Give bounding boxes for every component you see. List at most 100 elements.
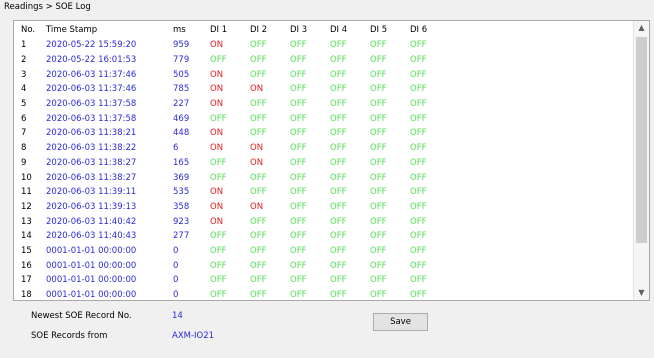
cell-time-stamp: 2020-05-22 15:59:20 [46, 40, 137, 51]
cell-di1: OFF [210, 290, 227, 301]
cell-di6: OFF [410, 128, 427, 139]
cell-di5: OFF [370, 143, 387, 154]
cell-no: 17 [21, 275, 32, 286]
cell-di6: OFF [410, 216, 427, 227]
cell-no: 14 [21, 231, 32, 242]
table-row[interactable]: 6 2020-06-03 11:37:58 469 OFF OFF OFF OFF OFF OF… [14, 111, 450, 126]
column-header-ms[interactable]: ms [173, 21, 210, 38]
cell-di6: OFF [410, 84, 427, 95]
cell-ms: 0 [173, 275, 179, 286]
cell-di6: OFF [410, 245, 427, 256]
column-header-no[interactable]: No. [14, 21, 46, 38]
table-body: 1 2020-05-22 15:59:20 959 ON OFF OFF OFF OFF OFF… [14, 38, 450, 301]
cell-ms: 469 [173, 113, 190, 124]
cell-di3: OFF [290, 55, 307, 66]
column-header-di3[interactable]: DI 3 [290, 21, 330, 38]
vertical-scrollbar[interactable]: ▲ ▼ [633, 21, 649, 300]
table-row[interactable]: 8 2020-06-03 11:38:22 6 ON ON OFF OFF OFF OFF [14, 141, 450, 156]
cell-di5: OFF [370, 201, 387, 212]
cell-di4: OFF [330, 216, 347, 227]
table-row[interactable]: 17 0001-01-01 00:00:00 0 OFF OFF OFF OFF OFF OFF [14, 273, 450, 288]
cell-ms: 165 [173, 157, 190, 168]
cell-di2: OFF [250, 55, 267, 66]
cell-di6: OFF [410, 187, 427, 198]
cell-no: 12 [21, 201, 32, 212]
cell-di2: OFF [250, 216, 267, 227]
column-header-di2[interactable]: DI 2 [250, 21, 290, 38]
cell-di4: OFF [330, 231, 347, 242]
cell-di2: OFF [250, 99, 267, 110]
cell-di4: OFF [330, 99, 347, 110]
cell-ms: 448 [173, 128, 190, 139]
cell-di6: OFF [410, 157, 427, 168]
cell-time-stamp: 2020-06-03 11:37:58 [46, 113, 137, 124]
cell-di4: OFF [330, 201, 347, 212]
table-row[interactable]: 11 2020-06-03 11:39:11 535 ON OFF OFF OFF OFF OF… [14, 185, 450, 200]
cell-di2: ON [250, 84, 264, 95]
table-row[interactable]: 5 2020-06-03 11:37:58 227 ON OFF OFF OFF OFF OFF [14, 97, 450, 112]
cell-di4: OFF [330, 260, 347, 271]
cell-di2: OFF [250, 128, 267, 139]
table-row[interactable]: 16 0001-01-01 00:00:00 0 OFF OFF OFF OFF OFF OFF [14, 258, 450, 273]
cell-time-stamp: 2020-06-03 11:38:22 [46, 143, 137, 154]
cell-di6: OFF [410, 69, 427, 80]
cell-no: 10 [21, 172, 32, 183]
column-header-di1[interactable]: DI 1 [210, 21, 250, 38]
cell-di1: OFF [210, 260, 227, 271]
cell-di3: OFF [290, 187, 307, 198]
cell-di1: OFF [210, 275, 227, 286]
column-header-di6[interactable]: DI 6 [410, 21, 450, 38]
cell-di2: OFF [250, 275, 267, 286]
breadcrumb: Readings > SOE Log [4, 2, 91, 12]
table-row[interactable]: 2 2020-05-22 16:01:53 779 OFF OFF OFF OFF OFF OF… [14, 53, 450, 68]
cell-di5: OFF [370, 128, 387, 139]
table-row[interactable]: 15 0001-01-01 00:00:00 0 OFF OFF OFF OFF OFF OFF [14, 244, 450, 259]
cell-di2: OFF [250, 231, 267, 242]
table-row[interactable]: 3 2020-06-03 11:37:46 505 ON OFF OFF OFF OFF OFF [14, 67, 450, 82]
table-row[interactable]: 10 2020-06-03 11:38:27 369 OFF OFF OFF OFF OFF O… [14, 170, 450, 185]
cell-no: 5 [21, 99, 27, 110]
cell-di6: OFF [410, 290, 427, 301]
cell-ms: 0 [173, 245, 179, 256]
cell-di1: ON [210, 40, 224, 51]
table-row[interactable]: 4 2020-06-03 11:37:46 785 ON ON OFF OFF OFF OFF [14, 82, 450, 97]
cell-time-stamp: 2020-06-03 11:38:27 [46, 157, 137, 168]
cell-di6: OFF [410, 201, 427, 212]
cell-di1: OFF [210, 245, 227, 256]
table-row[interactable]: 18 0001-01-01 00:00:00 0 OFF OFF OFF OFF OFF OFF [14, 288, 450, 301]
cell-di4: OFF [330, 290, 347, 301]
table-row[interactable]: 1 2020-05-22 15:59:20 959 ON OFF OFF OFF OFF OFF [14, 38, 450, 53]
cell-ms: 369 [173, 172, 190, 183]
cell-no: 13 [21, 216, 32, 227]
cell-di1: ON [210, 69, 224, 80]
chevron-down-icon[interactable]: ▼ [634, 286, 649, 300]
newest-record-value: 14 [172, 311, 183, 321]
cell-ms: 358 [173, 201, 190, 212]
cell-di2: OFF [250, 187, 267, 198]
cell-di6: OFF [410, 172, 427, 183]
cell-no: 8 [21, 143, 27, 154]
cell-di1: ON [210, 128, 224, 139]
cell-di3: OFF [290, 231, 307, 242]
table-row[interactable]: 13 2020-06-03 11:40:42 923 ON OFF OFF OFF OFF OF… [14, 214, 450, 229]
save-button[interactable]: Save [373, 313, 428, 331]
column-header-time-stamp[interactable]: Time Stamp [46, 21, 173, 38]
cell-di4: OFF [330, 187, 347, 198]
cell-di4: OFF [330, 275, 347, 286]
table-row[interactable]: 12 2020-06-03 11:39:13 358 ON ON OFF OFF OFF OFF [14, 200, 450, 215]
column-header-di5[interactable]: DI 5 [370, 21, 410, 38]
chevron-up-icon[interactable]: ▲ [634, 21, 649, 35]
cell-di4: OFF [330, 143, 347, 154]
cell-di4: OFF [330, 157, 347, 168]
cell-di5: OFF [370, 187, 387, 198]
table-row[interactable]: 9 2020-06-03 11:38:27 165 OFF ON OFF OFF OFF OFF [14, 156, 450, 171]
table-row[interactable]: 7 2020-06-03 11:38:21 448 ON OFF OFF OFF OFF OFF [14, 126, 450, 141]
cell-di3: OFF [290, 128, 307, 139]
cell-time-stamp: 2020-06-03 11:39:11 [46, 187, 137, 198]
table-row[interactable]: 14 2020-06-03 11:40:43 277 OFF OFF OFF OFF OFF O… [14, 229, 450, 244]
cell-di3: OFF [290, 143, 307, 154]
cell-time-stamp: 2020-06-03 11:38:21 [46, 128, 137, 139]
column-header-di4[interactable]: DI 4 [330, 21, 370, 38]
scrollbar-thumb[interactable] [636, 37, 647, 243]
cell-di3: OFF [290, 172, 307, 183]
